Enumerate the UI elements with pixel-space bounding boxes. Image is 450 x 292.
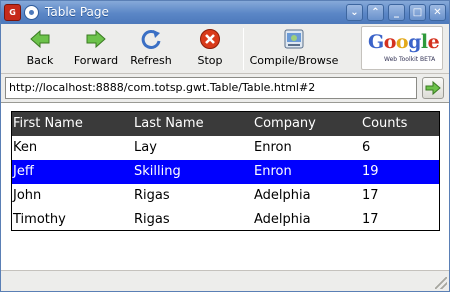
cell-last-name: Lay bbox=[134, 140, 157, 155]
table-row[interactable]: Jeff Skilling Enron 19 bbox=[12, 160, 439, 184]
logo-letter: o bbox=[395, 31, 409, 53]
column-header-last-name[interactable]: Last Name bbox=[134, 116, 204, 131]
window-title: Table Page bbox=[45, 5, 109, 19]
cell-first-name: Ken bbox=[13, 140, 38, 155]
minimize-button[interactable]: _ bbox=[388, 4, 405, 21]
cell-last-name: Rigas bbox=[134, 212, 170, 227]
column-header-company[interactable]: Company bbox=[254, 116, 316, 131]
cell-counts: 17 bbox=[362, 188, 379, 203]
table-row[interactable]: John Rigas Adelphia 17 bbox=[12, 184, 439, 208]
status-bar bbox=[1, 270, 449, 291]
google-logo-word: Google bbox=[368, 31, 440, 53]
compile-browse-icon bbox=[284, 29, 304, 49]
title-bar[interactable]: G Table Page ⌄ ⌃ _ □ ✕ bbox=[1, 1, 449, 24]
table-row[interactable]: Timothy Rigas Adelphia 17 bbox=[12, 208, 439, 232]
column-header-counts[interactable]: Counts bbox=[362, 116, 407, 131]
forward-arrow-icon bbox=[86, 29, 106, 49]
back-arrow-icon bbox=[30, 29, 50, 49]
refresh-button[interactable]: Refresh bbox=[125, 24, 177, 74]
cell-counts: 17 bbox=[362, 212, 379, 227]
cell-company: Enron bbox=[254, 140, 292, 155]
cell-counts: 6 bbox=[362, 140, 371, 155]
cell-last-name: Rigas bbox=[134, 188, 170, 203]
url-field[interactable]: http://localhost:8888/com.totsp.gwt.Tabl… bbox=[5, 77, 417, 99]
address-bar: http://localhost:8888/com.totsp.gwt.Tabl… bbox=[1, 74, 449, 102]
cell-first-name: John bbox=[13, 188, 42, 203]
back-label: Back bbox=[26, 54, 54, 67]
refresh-icon bbox=[141, 29, 161, 49]
toolbar-separator bbox=[243, 28, 244, 70]
table-header-row: First Name Last Name Company Counts bbox=[12, 112, 439, 136]
maximize-button[interactable]: □ bbox=[409, 4, 426, 21]
cell-last-name: Skilling bbox=[134, 164, 181, 179]
forward-button[interactable]: Forward bbox=[71, 24, 121, 74]
logo-letter: l bbox=[420, 31, 428, 53]
back-button[interactable]: Back bbox=[15, 24, 65, 74]
column-header-first-name[interactable]: First Name bbox=[13, 116, 83, 131]
expand-button[interactable]: ⌃ bbox=[367, 4, 384, 21]
refresh-label: Refresh bbox=[130, 54, 172, 67]
collapse-button[interactable]: ⌄ bbox=[346, 4, 363, 21]
close-button[interactable]: ✕ bbox=[429, 4, 446, 21]
stop-button[interactable]: Stop bbox=[185, 24, 235, 74]
logo-subtitle: Web Toolkit BETA bbox=[384, 56, 436, 63]
forward-label: Forward bbox=[73, 54, 119, 67]
logo-letter: o bbox=[383, 31, 397, 53]
cell-company: Adelphia bbox=[254, 212, 311, 227]
table-row[interactable]: Ken Lay Enron 6 bbox=[12, 136, 439, 160]
cell-company: Enron bbox=[254, 164, 292, 179]
cell-company: Adelphia bbox=[254, 188, 311, 203]
toolbar: Back Forward Refresh Stop Compile/Browse… bbox=[1, 24, 449, 74]
cell-first-name: Jeff bbox=[13, 164, 34, 179]
app-icon: G bbox=[4, 4, 21, 21]
logo-letter: g bbox=[408, 31, 421, 53]
compile-browse-button[interactable]: Compile/Browse bbox=[249, 24, 339, 74]
stop-label: Stop bbox=[197, 54, 223, 67]
browser-window: G Table Page ⌄ ⌃ _ □ ✕ Back Forward Refr bbox=[0, 0, 450, 292]
cell-counts: 19 bbox=[362, 164, 379, 179]
window-menu-icon[interactable] bbox=[24, 5, 39, 20]
page-content: First Name Last Name Company Counts Ken … bbox=[1, 102, 449, 270]
go-button[interactable] bbox=[422, 77, 444, 99]
logo-letter: e bbox=[427, 31, 440, 53]
google-web-toolkit-logo: Google Web Toolkit BETA bbox=[361, 26, 443, 70]
cell-first-name: Timothy bbox=[13, 212, 66, 227]
stop-icon bbox=[200, 29, 220, 49]
logo-letter: G bbox=[368, 31, 384, 53]
data-table: First Name Last Name Company Counts Ken … bbox=[11, 111, 440, 231]
resize-grip-icon[interactable] bbox=[435, 277, 447, 289]
compile-browse-label: Compile/Browse bbox=[249, 54, 339, 67]
go-arrow-icon bbox=[425, 80, 441, 96]
